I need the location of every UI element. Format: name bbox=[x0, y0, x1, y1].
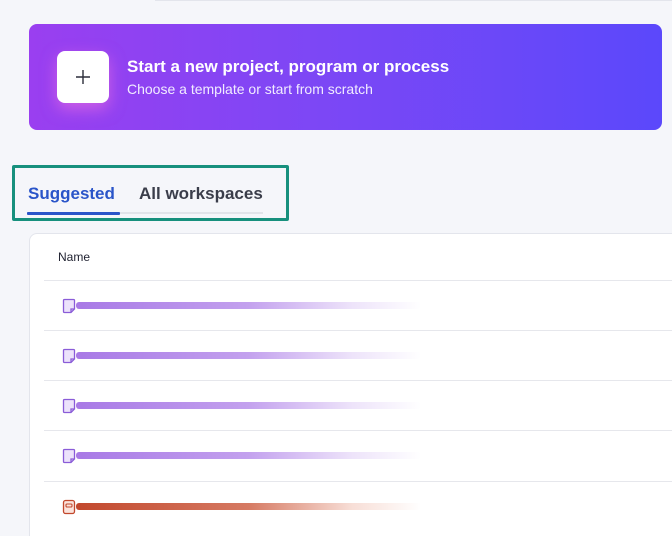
banner-subtitle: Choose a template or start from scratch bbox=[127, 81, 373, 97]
row-name-placeholder bbox=[76, 352, 421, 359]
row-name-placeholder bbox=[76, 302, 421, 309]
banner-title: Start a new project, program or process bbox=[127, 57, 450, 76]
project-icon bbox=[62, 348, 76, 364]
column-header-name[interactable]: Name bbox=[58, 250, 90, 264]
plus-icon[interactable] bbox=[57, 51, 109, 103]
table-row[interactable] bbox=[44, 481, 672, 531]
table-row[interactable] bbox=[44, 380, 672, 430]
row-name-placeholder bbox=[76, 402, 421, 409]
row-name-placeholder bbox=[76, 452, 421, 459]
row-name-placeholder bbox=[76, 503, 421, 510]
project-icon bbox=[62, 398, 76, 414]
project-icon bbox=[62, 448, 76, 464]
top-divider bbox=[155, 0, 672, 1]
new-project-banner[interactable]: Start a new project, program or process … bbox=[29, 24, 662, 130]
tab-all-workspaces[interactable]: All workspaces bbox=[139, 184, 263, 204]
table-row[interactable] bbox=[44, 280, 672, 330]
project-icon bbox=[62, 298, 76, 314]
page: Start a new project, program or process … bbox=[0, 0, 672, 536]
table-row[interactable] bbox=[44, 330, 672, 380]
tab-suggested[interactable]: Suggested bbox=[28, 184, 115, 204]
table-row[interactable] bbox=[44, 430, 672, 480]
active-tab-underline bbox=[27, 212, 120, 215]
portfolio-icon bbox=[62, 499, 76, 515]
